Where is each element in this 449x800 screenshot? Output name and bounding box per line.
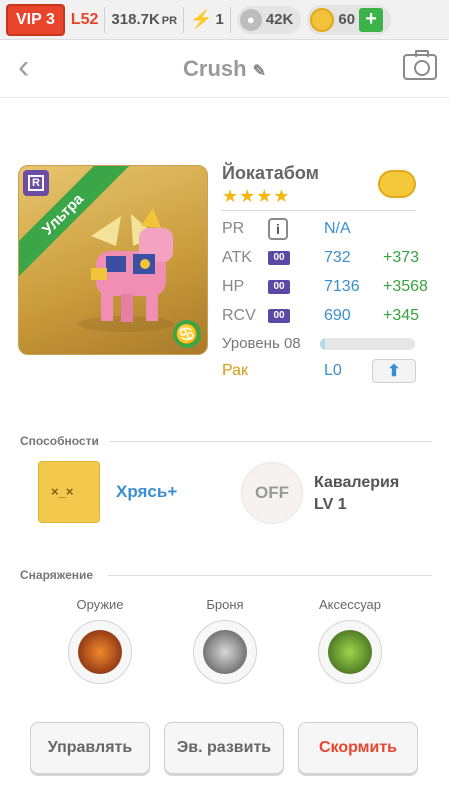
level-progress-fill [320,338,325,350]
stat-value: 690 [324,307,351,324]
zodiac-cancer-icon: ♋ [173,320,201,348]
ability-hit-icon[interactable] [38,461,100,523]
stat-row-hp: HP 00 7136 +3568 [222,276,437,300]
stat-row-rcv: RCV 00 690 +345 [222,305,437,329]
stat-bonus: +3568 [383,278,428,295]
element-cloud-icon[interactable] [378,170,416,198]
equipment-label: Оружие [76,597,124,612]
status-bar: VIP 3 L52 318.7K PR ⚡ 1 ● 42K 60 + [0,0,449,40]
ability-name-line: Кавалерия [314,474,400,491]
pet-portrait[interactable]: Ультра R ♋ [18,165,208,355]
divider [108,575,432,576]
paw-value: 42K [265,11,294,28]
pet-image [78,208,174,332]
stat-bonus: +373 [383,249,420,266]
feed-button[interactable]: Скормить [298,722,418,774]
armor-slot[interactable] [193,620,257,684]
rarity-icon: R [23,170,49,196]
pr-value: 318.7K [111,11,160,28]
rank-label: Рак [222,362,249,379]
armor-icon [203,630,247,674]
coin-icon [310,7,335,32]
paw-counter[interactable]: ● 42K [236,5,302,34]
coin-value: 60 [338,11,356,28]
pr-unit: PR [161,15,178,27]
nav-bar: ‹ Crush ✎ [0,40,449,98]
plus-icon[interactable]: + [359,7,384,32]
equipment-label: Броня [206,597,244,612]
energy-counter[interactable]: ⚡ 1 [190,9,224,30]
cavalry-icon[interactable]: OFF [241,462,303,524]
evolve-button[interactable]: Эв. развить [164,722,284,774]
paw-icon: ● [239,8,262,31]
rank-up-button[interactable]: ⬆ [372,359,416,383]
page-title: Crush ✎ [0,56,449,82]
coin-counter[interactable]: 60 + [307,4,392,35]
weapon-icon [78,630,122,674]
divider [222,210,416,211]
ability-state: OFF [255,483,289,502]
ability-name[interactable]: Хрясь+ [116,482,177,502]
player-pr: 318.7K PR [111,11,177,28]
rank-value: L0 [324,362,342,379]
equipment-label: Аксессуар [318,597,382,612]
abilities-title: Способности [20,434,99,448]
accessory-slot[interactable] [318,620,382,684]
bolt-icon: ⚡ [190,9,213,29]
stat-badge: 00 [268,309,290,323]
divider [183,6,185,33]
weapon-slot[interactable] [68,620,132,684]
vip-badge[interactable]: VIP 3 [6,3,65,36]
energy-value: 1 [215,11,224,28]
edit-icon[interactable]: ✎ [253,63,266,80]
title-text: Crush [183,56,247,81]
divider [110,441,432,442]
equipment-title: Снаряжение [20,568,94,582]
stat-bonus: +345 [383,307,420,324]
divider [104,6,106,33]
player-level: L52 [70,10,99,28]
stat-row-pr: PR i N/A [222,218,437,242]
info-icon[interactable]: i [268,218,288,240]
camera-icon[interactable] [403,50,437,80]
stat-row-atk: ATK 00 732 +373 [222,247,437,271]
stat-label: PR [222,220,245,237]
stat-value: 732 [324,249,351,266]
ability-level: LV 1 [314,496,347,513]
stat-label: RCV [222,307,256,324]
ability-name[interactable]: Кавалерия LV 1 [314,472,399,516]
manage-button[interactable]: Управлять [30,722,150,774]
pet-name: Йокатабом [222,163,319,183]
stat-value: 7136 [324,278,360,295]
divider [229,6,231,33]
stat-label: ATK [222,249,252,266]
stat-badge: 00 [268,251,290,265]
star-rating: ★★★★ [222,186,291,206]
stat-badge: 00 [268,280,290,294]
accessory-icon [328,630,372,674]
level-label: Уровень 08 [222,335,301,352]
stat-value: N/A [324,220,351,237]
stat-label: HP [222,278,245,295]
level-progress-bar [320,338,415,350]
